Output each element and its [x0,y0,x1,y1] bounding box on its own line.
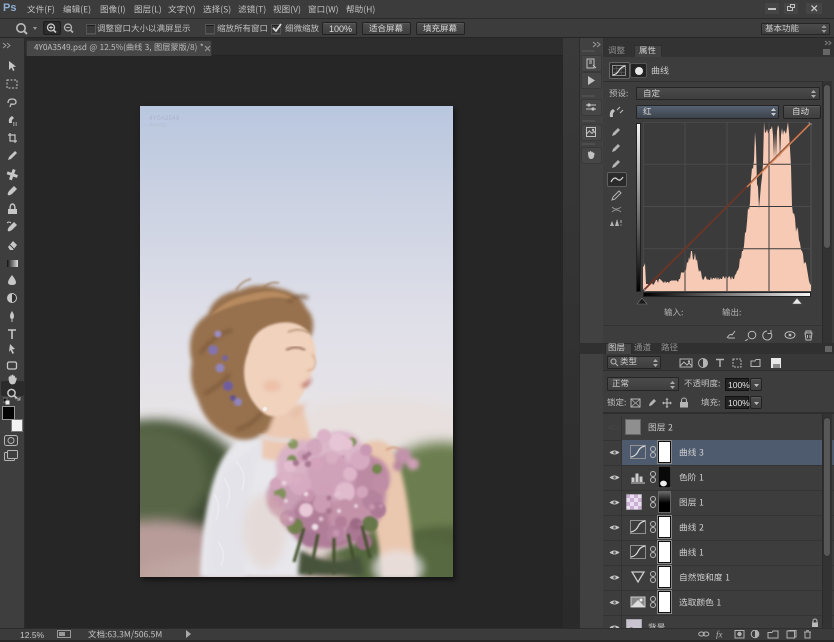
svg-text:fx: fx [716,630,723,639]
svg-text:4Y0A3549: 4Y0A3549 [149,115,180,122]
svg-text:PHOTO: PHOTO [149,123,167,129]
